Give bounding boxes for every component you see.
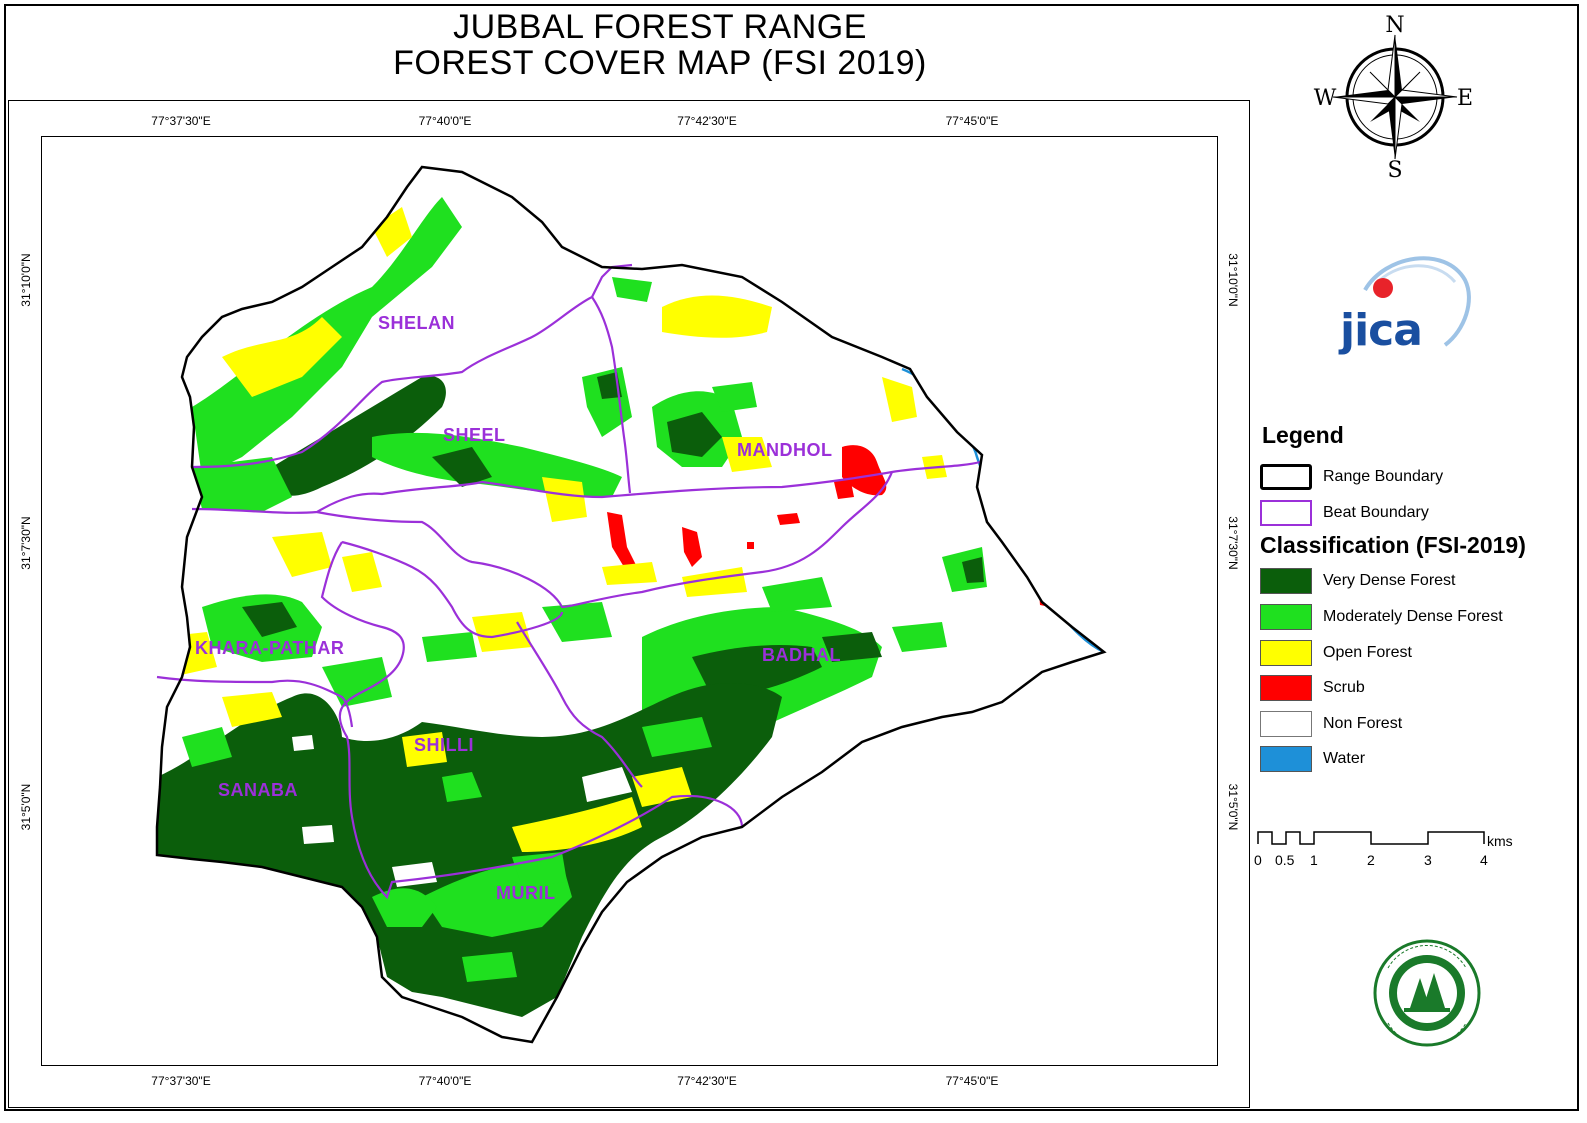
legend-item-water: Water [1260, 745, 1365, 773]
forest-cover-map [155, 165, 1107, 1044]
beat-label-shelan: SHELAN [378, 313, 456, 333]
legend-swatch [1260, 604, 1312, 630]
scale-bar [1257, 831, 1485, 845]
compass-south-label: S [1387, 158, 1402, 180]
lon-label-top: 77°45'0"E [945, 114, 999, 128]
legend-label: Scrub [1323, 679, 1365, 696]
compass-north-label: N [1385, 13, 1404, 38]
lat-label-right: 31°5'0"N [1226, 783, 1240, 831]
map-area [41, 136, 1218, 1066]
legend-swatch [1260, 675, 1312, 701]
compass-west-label: W [1314, 86, 1337, 111]
classification-title: Classification (FSI-2019) [1260, 532, 1526, 558]
scale-tick-label: 2 [1367, 852, 1375, 868]
lat-label-right: 31°10'0"N [1226, 253, 1240, 307]
beat-label-khara-pathar: KHARA-PATHAR [195, 638, 345, 658]
scale-tick-label: 0.5 [1275, 852, 1295, 868]
legend-swatch [1260, 464, 1312, 490]
legend-label: Open Forest [1323, 644, 1412, 661]
lon-label-top: 77°42'30"E [677, 114, 737, 128]
lon-label-bottom: 77°45'0"E [945, 1074, 999, 1088]
scale-unit: kms [1487, 833, 1513, 849]
scale-tick-label: 4 [1480, 852, 1488, 868]
legend-item-range-boundary: Range Boundary [1260, 463, 1443, 491]
beat-label-sanaba: SANABA [218, 780, 299, 800]
svg-text:jica: jica [1338, 305, 1422, 356]
lon-label-top: 77°37'30"E [151, 114, 211, 128]
lon-label-top: 77°40'0"E [418, 114, 472, 128]
legend-label: Beat Boundary [1323, 504, 1429, 521]
legend-item-beat-boundary: Beat Boundary [1260, 499, 1429, 527]
beat-label-shilli: SHILLI [414, 735, 474, 755]
legend-item-non-forest: Non Forest [1260, 710, 1402, 738]
jica-logo: jica [1338, 256, 1471, 356]
legend-label: Water [1323, 750, 1366, 767]
lat-label-left: 31°7'30"N [19, 516, 33, 570]
scale-tick-label: 1 [1310, 852, 1318, 868]
scale-tick-label: 0 [1254, 852, 1262, 868]
lon-label-bottom: 77°42'30"E [677, 1074, 737, 1088]
beat-label-muril: MURIL [496, 883, 556, 903]
legend-item-moderately-dense-forest: Moderately Dense Forest [1260, 603, 1503, 631]
north-arrow-compass-icon: N S W E [1314, 13, 1473, 180]
lon-label-bottom: 77°40'0"E [418, 1074, 472, 1088]
legend-swatch [1260, 500, 1312, 526]
beat-label-sheel: SHEEL [443, 425, 506, 445]
lat-label-right: 31°7'30"N [1226, 516, 1240, 570]
legend-item-very-dense-forest: Very Dense Forest [1260, 567, 1456, 595]
legend-item-scrub: Scrub [1260, 674, 1365, 702]
scale-tick-label: 3 [1424, 852, 1432, 868]
beat-label-badhal: BADHAL [762, 645, 841, 665]
legend-title: Legend [1262, 422, 1344, 448]
legend-label: Range Boundary [1323, 468, 1444, 485]
legend-label: Moderately Dense Forest [1323, 608, 1503, 625]
legend-swatch [1260, 568, 1312, 594]
legend-label: Very Dense Forest [1323, 572, 1456, 589]
legend-item-open-forest: Open Forest [1260, 639, 1412, 667]
legend-label: Non Forest [1323, 715, 1403, 732]
map-title-line1: JUBBAL FOREST RANGE [453, 8, 867, 46]
legend-swatch [1260, 711, 1312, 737]
lon-label-bottom: 77°37'30"E [151, 1074, 211, 1088]
legend-swatch [1260, 746, 1312, 772]
lat-label-left: 31°5'0"N [19, 783, 33, 831]
compass-east-label: E [1457, 86, 1473, 111]
lat-label-left: 31°10'0"N [19, 253, 33, 307]
legend-swatch [1260, 640, 1312, 666]
map-title-line2: FOREST COVER MAP (FSI 2019) [393, 44, 927, 82]
forest-department-emblem [1373, 939, 1481, 1047]
beat-label-mandhol: MANDHOL [737, 440, 833, 460]
